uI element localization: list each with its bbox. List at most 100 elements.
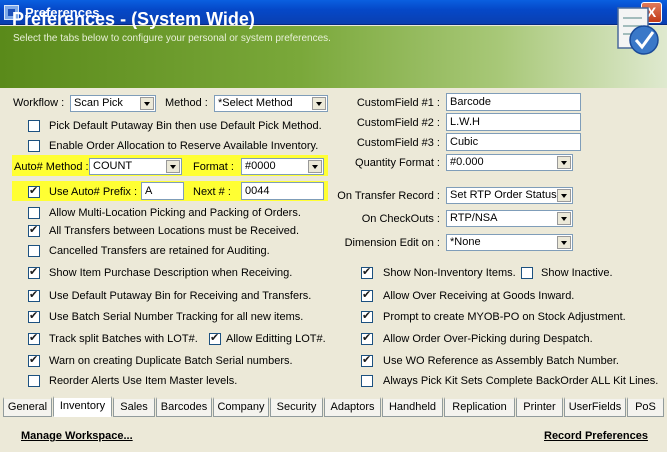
- warn-duplicate-checkbox[interactable]: [28, 353, 40, 367]
- tab-barcodes[interactable]: Barcodes: [156, 397, 212, 417]
- pick-kit-sets-checkbox[interactable]: [361, 375, 373, 387]
- default-putaway-bin-checkbox[interactable]: [28, 288, 40, 302]
- tab-adaptors[interactable]: Adaptors: [324, 397, 381, 417]
- multi-location-label: Allow Multi-Location Picking and Packing…: [49, 207, 301, 219]
- on-checkouts-label: On CheckOuts :: [361, 213, 440, 225]
- auto-method-select[interactable]: COUNT: [89, 158, 182, 175]
- custom-field-2-label: CustomField #2 :: [356, 117, 440, 129]
- method-value: *Select Method: [218, 97, 293, 109]
- dimension-edit-select[interactable]: *None: [446, 234, 573, 251]
- custom-field-3-label: CustomField #3 :: [356, 137, 440, 149]
- chevron-down-icon[interactable]: [557, 236, 571, 249]
- reorder-alerts-label: Reorder Alerts Use Item Master levels.: [49, 375, 238, 387]
- pick-default-putaway-label: Pick Default Putaway Bin then use Defaul…: [49, 120, 322, 132]
- workflow-label: Workflow :: [13, 97, 65, 109]
- pick-kit-sets-label: Always Pick Kit Sets Complete BackOrder …: [383, 375, 659, 387]
- track-split-checkbox[interactable]: [28, 331, 40, 345]
- tab-general[interactable]: General: [3, 397, 52, 417]
- custom-field-2-input[interactable]: L.W.H: [446, 113, 581, 131]
- track-split-label: Track split Batches with LOT#.: [49, 333, 198, 345]
- chevron-down-icon[interactable]: [140, 97, 154, 110]
- show-noninventory-label: Show Non-Inventory Items.: [383, 267, 516, 279]
- warn-duplicate-label: Warn on creating Duplicate Batch Serial …: [49, 355, 293, 367]
- reorder-alerts-checkbox[interactable]: [28, 375, 40, 387]
- manage-workspace-link[interactable]: Manage Workspace...: [21, 430, 133, 442]
- chevron-down-icon[interactable]: [557, 212, 571, 225]
- custom-field-1-input[interactable]: Barcode: [446, 93, 581, 111]
- tab-security[interactable]: Security: [270, 397, 323, 417]
- quantity-format-label: Quantity Format :: [355, 157, 440, 169]
- on-checkouts-select[interactable]: RTP/NSA: [446, 210, 573, 227]
- tab-sales[interactable]: Sales: [113, 397, 155, 417]
- wo-reference-checkbox[interactable]: [361, 353, 373, 367]
- enable-order-allocation-checkbox[interactable]: [28, 140, 40, 152]
- format-label: Format :: [193, 161, 234, 173]
- tab-userfields[interactable]: UserFields: [564, 397, 626, 417]
- prompt-myob-po-checkbox[interactable]: [361, 309, 373, 323]
- show-noninventory-checkbox[interactable]: [361, 265, 373, 279]
- purchase-description-checkbox[interactable]: [28, 265, 40, 279]
- prefix-input[interactable]: A: [141, 182, 184, 200]
- next-number-input[interactable]: 0044: [241, 182, 324, 200]
- chevron-down-icon[interactable]: [166, 160, 180, 173]
- next-number-value: 0044: [245, 185, 270, 197]
- custom-field-1-label: CustomField #1 :: [356, 97, 440, 109]
- chevron-down-icon[interactable]: [308, 160, 322, 173]
- wo-reference-label: Use WO Reference as Assembly Batch Numbe…: [383, 355, 619, 367]
- over-receiving-checkbox[interactable]: [361, 288, 373, 302]
- method-label: Method :: [165, 97, 208, 109]
- show-inactive-checkbox[interactable]: [521, 267, 533, 279]
- multi-location-checkbox[interactable]: [28, 207, 40, 219]
- over-receiving-label: Allow Over Receiving at Goods Inward.: [383, 290, 575, 302]
- quantity-format-value: #0.000: [450, 156, 484, 168]
- cancelled-transfers-checkbox[interactable]: [28, 245, 40, 257]
- dimension-edit-value: *None: [450, 236, 481, 248]
- format-value: #0000: [245, 160, 276, 172]
- chevron-down-icon[interactable]: [557, 156, 571, 169]
- workflow-value: Scan Pick: [74, 97, 123, 109]
- on-transfer-select[interactable]: Set RTP Order Status: [446, 187, 573, 204]
- prompt-myob-po-label: Prompt to create MYOB-PO on Stock Adjust…: [383, 311, 626, 323]
- method-select[interactable]: *Select Method: [214, 95, 328, 112]
- auto-method-label: Auto# Method :: [14, 161, 89, 173]
- tab-bar: General Inventory Sales Barcodes Company…: [0, 396, 667, 418]
- tab-pos[interactable]: PoS: [627, 397, 664, 417]
- format-select[interactable]: #0000: [241, 158, 324, 175]
- chevron-down-icon[interactable]: [312, 97, 326, 110]
- workflow-select[interactable]: Scan Pick: [70, 95, 156, 112]
- enable-order-allocation-label: Enable Order Allocation to Reserve Avail…: [49, 140, 319, 152]
- dimension-edit-label: Dimension Edit on :: [344, 237, 440, 249]
- next-number-label: Next # :: [193, 186, 231, 198]
- custom-field-2-value: L.W.H: [450, 116, 480, 128]
- chevron-down-icon[interactable]: [557, 189, 571, 202]
- tab-inventory[interactable]: Inventory: [53, 396, 112, 417]
- default-putaway-bin-label: Use Default Putaway Bin for Receiving an…: [49, 290, 312, 302]
- transfers-received-label: All Transfers between Locations must be …: [49, 225, 300, 237]
- use-auto-prefix-checkbox[interactable]: [28, 184, 40, 198]
- tab-printer[interactable]: Printer: [516, 397, 563, 417]
- quantity-format-select[interactable]: #0.000: [446, 154, 573, 171]
- custom-field-1-value: Barcode: [450, 96, 491, 108]
- custom-field-3-value: Cubic: [450, 136, 479, 148]
- auto-method-value: COUNT: [93, 160, 133, 172]
- custom-field-3-input[interactable]: Cubic: [446, 133, 581, 151]
- checklist-icon: [617, 7, 659, 55]
- order-over-picking-checkbox[interactable]: [361, 331, 373, 345]
- page-title: Preferences - (System Wide): [12, 9, 255, 29]
- tab-handheld[interactable]: Handheld: [382, 397, 443, 417]
- allow-edit-lot-label: Allow Editting LOT#.: [226, 333, 326, 345]
- record-preferences-link[interactable]: Record Preferences: [544, 430, 648, 442]
- order-over-picking-label: Allow Order Over-Picking during Despatch…: [383, 333, 593, 345]
- batch-serial-tracking-checkbox[interactable]: [28, 309, 40, 323]
- cancelled-transfers-label: Cancelled Transfers are retained for Aud…: [49, 245, 270, 257]
- on-transfer-label: On Transfer Record :: [337, 190, 440, 202]
- pick-default-putaway-checkbox[interactable]: [28, 120, 40, 132]
- tab-company[interactable]: Company: [213, 397, 269, 417]
- purchase-description-label: Show Item Purchase Description when Rece…: [49, 267, 293, 279]
- batch-serial-tracking-label: Use Batch Serial Number Tracking for all…: [49, 311, 304, 323]
- transfers-received-checkbox[interactable]: [28, 223, 40, 237]
- page-subtitle: Select the tabs below to configure your …: [13, 33, 331, 44]
- on-transfer-value: Set RTP Order Status: [450, 189, 557, 201]
- allow-edit-lot-checkbox[interactable]: [209, 331, 221, 345]
- tab-replication[interactable]: Replication: [444, 397, 515, 417]
